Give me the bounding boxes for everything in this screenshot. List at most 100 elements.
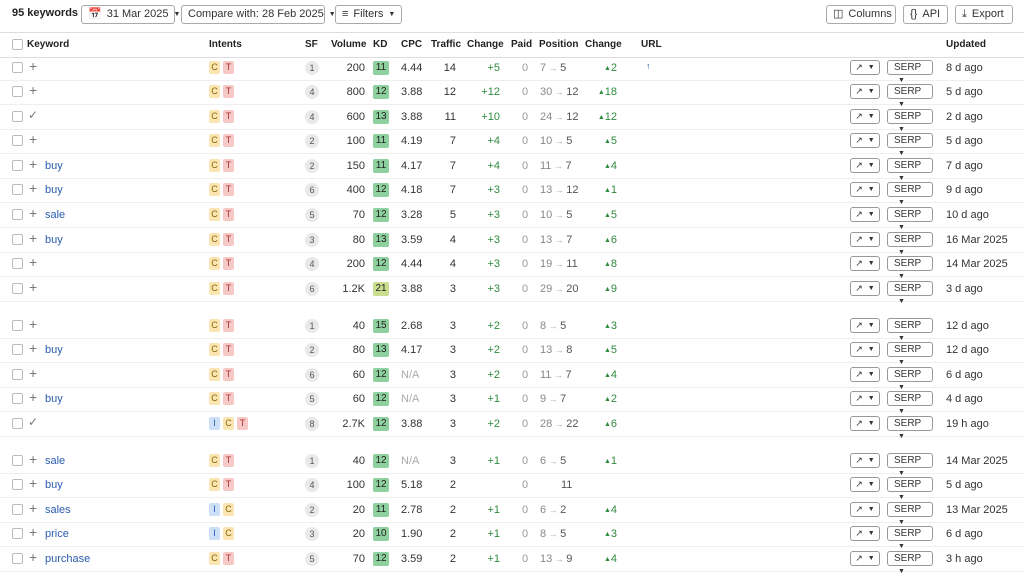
checkmark-icon[interactable]: ✓ — [28, 415, 38, 429]
serp-features-count[interactable]: 1 — [305, 319, 319, 333]
serp-dropdown-button[interactable]: SERP▼ — [887, 477, 933, 501]
serp-features-count[interactable]: 4 — [305, 257, 319, 271]
serp-dropdown-button[interactable]: SERP▼ — [887, 256, 933, 280]
row-checkbox[interactable] — [12, 528, 23, 539]
header-traffic[interactable]: Traffic — [431, 39, 461, 50]
serp-dropdown-button[interactable]: SERP▼ — [887, 367, 933, 391]
chart-dropdown-button[interactable]: ↗ ▼ — [850, 60, 880, 75]
row-checkbox[interactable] — [12, 62, 23, 73]
serp-features-count[interactable]: 5 — [305, 392, 319, 406]
add-keyword-icon[interactable]: + — [29, 549, 37, 565]
header-traffic-change[interactable]: Change — [467, 39, 504, 50]
serp-dropdown-button[interactable]: SERP▼ — [887, 342, 933, 366]
add-keyword-icon[interactable]: + — [29, 180, 37, 196]
keyword-link[interactable]: price — [45, 528, 69, 540]
serp-features-count[interactable]: 2 — [305, 134, 319, 148]
row-checkbox[interactable] — [12, 184, 23, 195]
chart-dropdown-button[interactable]: ↗ ▼ — [850, 207, 880, 222]
keyword-link[interactable]: sale — [45, 455, 65, 467]
serp-dropdown-button[interactable]: SERP▼ — [887, 551, 933, 575]
keyword-link[interactable]: buy — [45, 479, 63, 491]
chart-dropdown-button[interactable]: ↗ ▼ — [850, 84, 880, 99]
chart-dropdown-button[interactable]: ↗ ▼ — [850, 109, 880, 124]
row-checkbox[interactable] — [12, 234, 23, 245]
serp-dropdown-button[interactable]: SERP▼ — [887, 109, 933, 133]
row-checkbox[interactable] — [12, 393, 23, 404]
serp-dropdown-button[interactable]: SERP▼ — [887, 207, 933, 231]
chart-dropdown-button[interactable]: ↗ ▼ — [850, 342, 880, 357]
chart-dropdown-button[interactable]: ↗ ▼ — [850, 158, 880, 173]
select-all-checkbox[interactable] — [12, 39, 23, 50]
add-keyword-icon[interactable]: + — [29, 365, 37, 381]
serp-features-count[interactable]: 1 — [305, 454, 319, 468]
serp-features-count[interactable]: 6 — [305, 183, 319, 197]
date-picker-button[interactable]: 📅 31 Mar 2025 ▼ — [81, 5, 180, 24]
filters-button[interactable]: ≡ Filters ▼ — [335, 5, 402, 24]
chart-dropdown-button[interactable]: ↗ ▼ — [850, 182, 880, 197]
row-checkbox[interactable] — [12, 135, 23, 146]
row-checkbox[interactable] — [12, 160, 23, 171]
header-keyword[interactable]: Keyword — [27, 39, 69, 50]
row-checkbox[interactable] — [12, 258, 23, 269]
header-intents[interactable]: Intents — [209, 39, 242, 50]
add-keyword-icon[interactable]: + — [29, 279, 37, 295]
checkmark-icon[interactable]: ✓ — [28, 108, 38, 122]
header-cpc[interactable]: CPC — [401, 39, 422, 50]
add-keyword-icon[interactable]: + — [29, 131, 37, 147]
serp-features-count[interactable]: 2 — [305, 159, 319, 173]
chart-dropdown-button[interactable]: ↗ ▼ — [850, 551, 880, 566]
add-keyword-icon[interactable]: + — [29, 475, 37, 491]
serp-features-count[interactable]: 4 — [305, 110, 319, 124]
serp-features-count[interactable]: 4 — [305, 85, 319, 99]
header-sf[interactable]: SF — [305, 39, 318, 50]
add-keyword-icon[interactable]: + — [29, 230, 37, 246]
serp-dropdown-button[interactable]: SERP▼ — [887, 60, 933, 84]
add-keyword-icon[interactable]: + — [29, 524, 37, 540]
serp-dropdown-button[interactable]: SERP▼ — [887, 502, 933, 526]
header-kd[interactable]: KD — [373, 39, 387, 50]
add-keyword-icon[interactable]: + — [29, 156, 37, 172]
serp-dropdown-button[interactable]: SERP▼ — [887, 84, 933, 108]
row-checkbox[interactable] — [12, 369, 23, 380]
chart-dropdown-button[interactable]: ↗ ▼ — [850, 256, 880, 271]
keyword-link[interactable]: purchase — [45, 553, 90, 565]
serp-dropdown-button[interactable]: SERP▼ — [887, 232, 933, 256]
url-link[interactable]: ↑ — [646, 61, 651, 71]
serp-dropdown-button[interactable]: SERP▼ — [887, 453, 933, 477]
keyword-link[interactable]: buy — [45, 160, 63, 172]
compare-button[interactable]: Compare with: 28 Feb 2025 ▼ — [181, 5, 336, 24]
serp-dropdown-button[interactable]: SERP▼ — [887, 158, 933, 182]
columns-button[interactable]: ◫ Columns — [826, 5, 896, 24]
serp-features-count[interactable]: 3 — [305, 233, 319, 247]
chart-dropdown-button[interactable]: ↗ ▼ — [850, 318, 880, 333]
row-checkbox[interactable] — [12, 111, 23, 122]
row-checkbox[interactable] — [12, 320, 23, 331]
keyword-link[interactable]: buy — [45, 393, 63, 405]
serp-features-count[interactable]: 1 — [305, 61, 319, 75]
keyword-link[interactable]: buy — [45, 234, 63, 246]
chart-dropdown-button[interactable]: ↗ ▼ — [850, 477, 880, 492]
serp-dropdown-button[interactable]: SERP▼ — [887, 318, 933, 342]
keyword-link[interactable]: sales — [45, 504, 71, 516]
row-checkbox[interactable] — [12, 209, 23, 220]
add-keyword-icon[interactable]: + — [29, 340, 37, 356]
serp-dropdown-button[interactable]: SERP▼ — [887, 281, 933, 305]
serp-features-count[interactable]: 2 — [305, 343, 319, 357]
header-volume[interactable]: Volume — [331, 39, 366, 50]
header-position[interactable]: Position — [539, 39, 578, 50]
chart-dropdown-button[interactable]: ↗ ▼ — [850, 453, 880, 468]
keyword-link[interactable]: sale — [45, 209, 65, 221]
serp-features-count[interactable]: 6 — [305, 368, 319, 382]
header-updated[interactable]: Updated — [946, 39, 986, 50]
serp-dropdown-button[interactable]: SERP▼ — [887, 133, 933, 157]
row-checkbox[interactable] — [12, 553, 23, 564]
keyword-link[interactable]: buy — [45, 184, 63, 196]
row-checkbox[interactable] — [12, 479, 23, 490]
header-paid[interactable]: Paid — [511, 39, 532, 50]
row-checkbox[interactable] — [12, 504, 23, 515]
row-checkbox[interactable] — [12, 344, 23, 355]
chart-dropdown-button[interactable]: ↗ ▼ — [850, 502, 880, 517]
serp-features-count[interactable]: 6 — [305, 282, 319, 296]
add-keyword-icon[interactable]: + — [29, 205, 37, 221]
serp-dropdown-button[interactable]: SERP▼ — [887, 182, 933, 206]
